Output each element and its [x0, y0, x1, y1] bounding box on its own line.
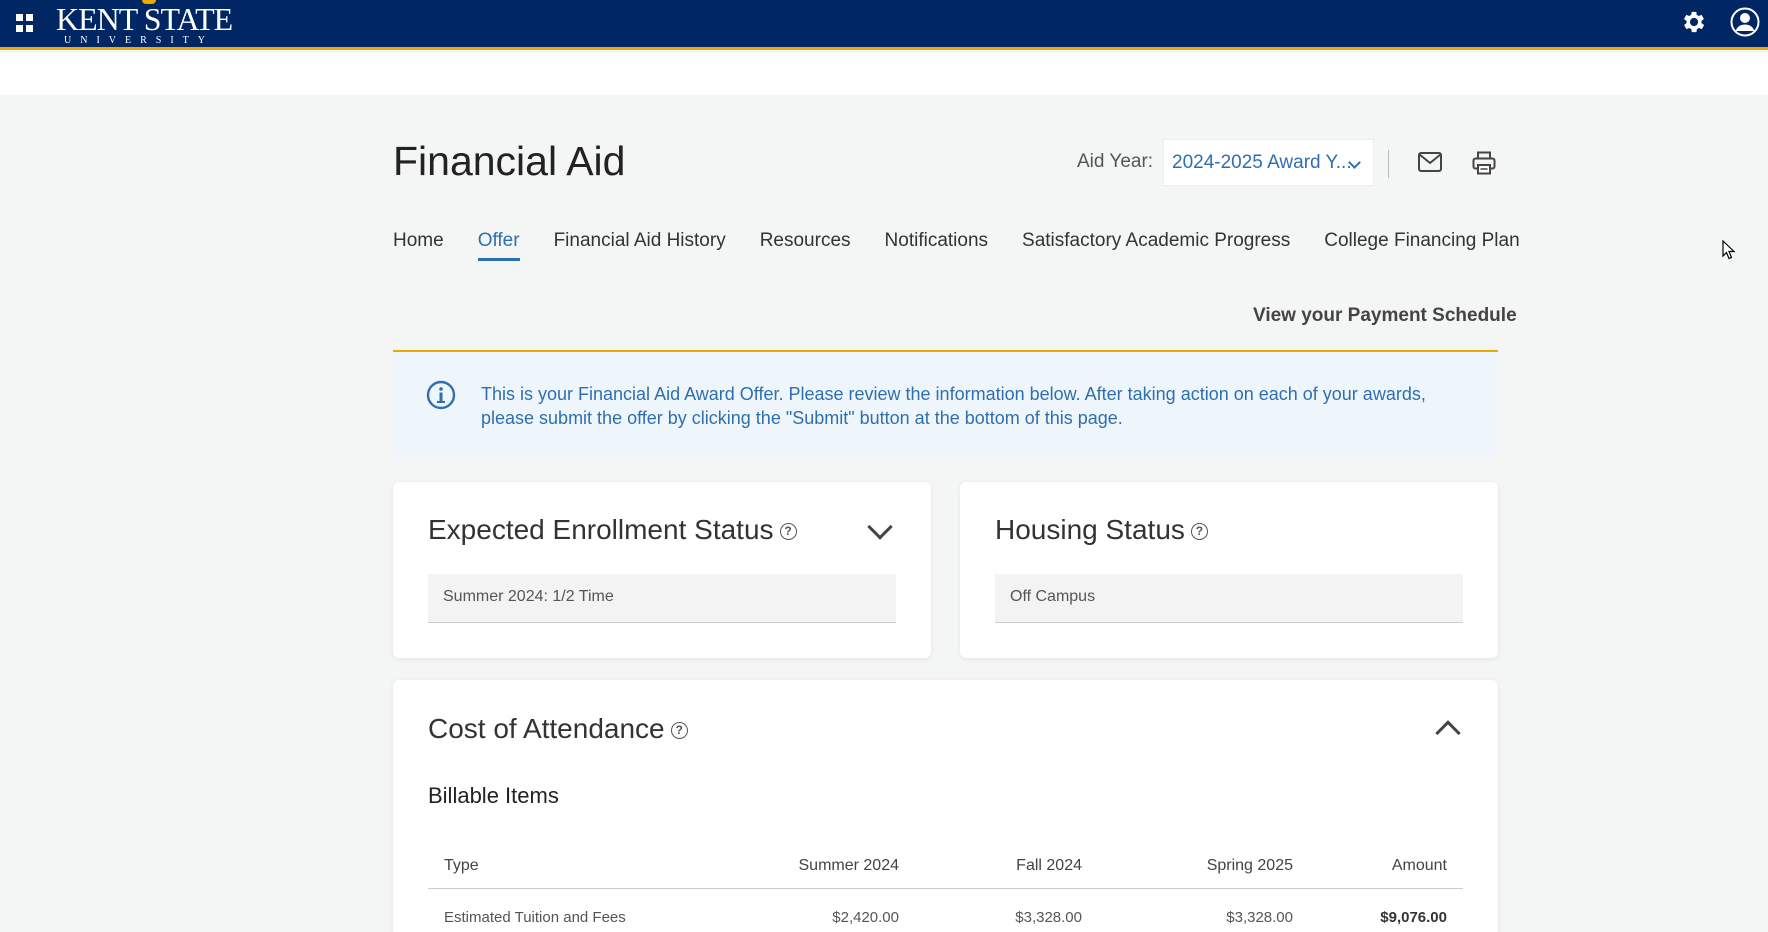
tab-college-financing-plan[interactable]: College Financing Plan: [1324, 230, 1519, 261]
cell-amount: $9,076.00: [1380, 909, 1447, 926]
tab-financial-aid-history[interactable]: Financial Aid History: [554, 230, 726, 261]
column-header-type: Type: [444, 857, 479, 874]
tab-home[interactable]: Home: [393, 230, 444, 261]
top-navigation-bar: KENT STATE UNIVERSITY: [0, 0, 1768, 50]
column-header-summer-2024: Summer 2024: [798, 857, 900, 874]
enrollment-status-card: Expected Enrollment Status? Summer 2024:…: [393, 482, 931, 658]
page-title: Financial Aid: [393, 138, 626, 184]
mouse-cursor-icon: [1722, 240, 1736, 260]
enrollment-status-title: Expected Enrollment Status?: [428, 514, 797, 546]
print-icon[interactable]: [1472, 151, 1496, 175]
help-icon[interactable]: ?: [670, 722, 688, 740]
tab-offer[interactable]: Offer: [477, 230, 520, 261]
mail-icon[interactable]: [1418, 152, 1442, 172]
sub-header-bar: [0, 53, 1768, 95]
housing-status-card: Housing Status? Off Campus: [960, 482, 1498, 658]
enrollment-status-title-text: Expected Enrollment Status: [428, 514, 774, 545]
divider: [1388, 150, 1389, 178]
logo-subtext: UNIVERSITY: [64, 35, 214, 46]
info-icon: [426, 380, 456, 410]
chevron-up-icon[interactable]: [1435, 720, 1461, 746]
user-avatar-icon[interactable]: [1730, 7, 1760, 37]
gear-icon[interactable]: [1680, 8, 1708, 36]
info-banner: This is your Financial Aid Award Offer. …: [393, 352, 1498, 458]
tab-resources[interactable]: Resources: [760, 230, 851, 261]
column-header-amount: Amount: [1391, 857, 1447, 874]
housing-status-title-text: Housing Status: [995, 514, 1185, 545]
help-icon[interactable]: ?: [779, 523, 797, 541]
cost-of-attendance-title: Cost of Attendance?: [428, 713, 688, 745]
cell-fall-2024: $3,328.00: [1015, 909, 1082, 926]
tab-satisfactory-academic-progress[interactable]: Satisfactory Academic Progress: [1022, 230, 1290, 261]
info-banner-text: This is your Financial Aid Award Offer. …: [481, 384, 1426, 428]
cost-of-attendance-title-text: Cost of Attendance: [428, 713, 665, 744]
help-icon[interactable]: ?: [1190, 523, 1208, 541]
cell-type: Estimated Tuition and Fees: [444, 909, 626, 926]
aid-year-dropdown[interactable]: 2024-2025 Award Y...: [1163, 139, 1374, 186]
billable-items-heading: Billable Items: [428, 783, 559, 808]
housing-status-title: Housing Status?: [995, 514, 1208, 546]
aid-year-value: 2024-2025 Award Y...: [1172, 152, 1352, 173]
housing-status-value: Off Campus: [995, 574, 1463, 623]
app-grid-icon[interactable]: [16, 14, 34, 32]
aid-year-label: Aid Year:: [1077, 151, 1154, 172]
table-header-divider: [428, 888, 1463, 889]
cell-summer-2024: $2,420.00: [832, 909, 899, 926]
logo-crown-icon: [142, 0, 156, 4]
cost-of-attendance-card: Cost of Attendance? Billable Items Type …: [393, 680, 1498, 932]
enrollment-status-value: Summer 2024: 1/2 Time: [428, 574, 896, 623]
kent-state-logo[interactable]: KENT STATE UNIVERSITY: [56, 0, 233, 46]
chevron-down-icon[interactable]: [867, 514, 893, 540]
tab-bar: Home Offer Financial Aid History Resourc…: [393, 230, 1520, 261]
view-payment-schedule-link[interactable]: View your Payment Schedule: [1253, 305, 1517, 327]
tab-notifications[interactable]: Notifications: [885, 230, 989, 261]
column-header-fall-2024: Fall 2024: [1016, 857, 1082, 874]
logo-text: KENT STATE: [56, 1, 233, 37]
